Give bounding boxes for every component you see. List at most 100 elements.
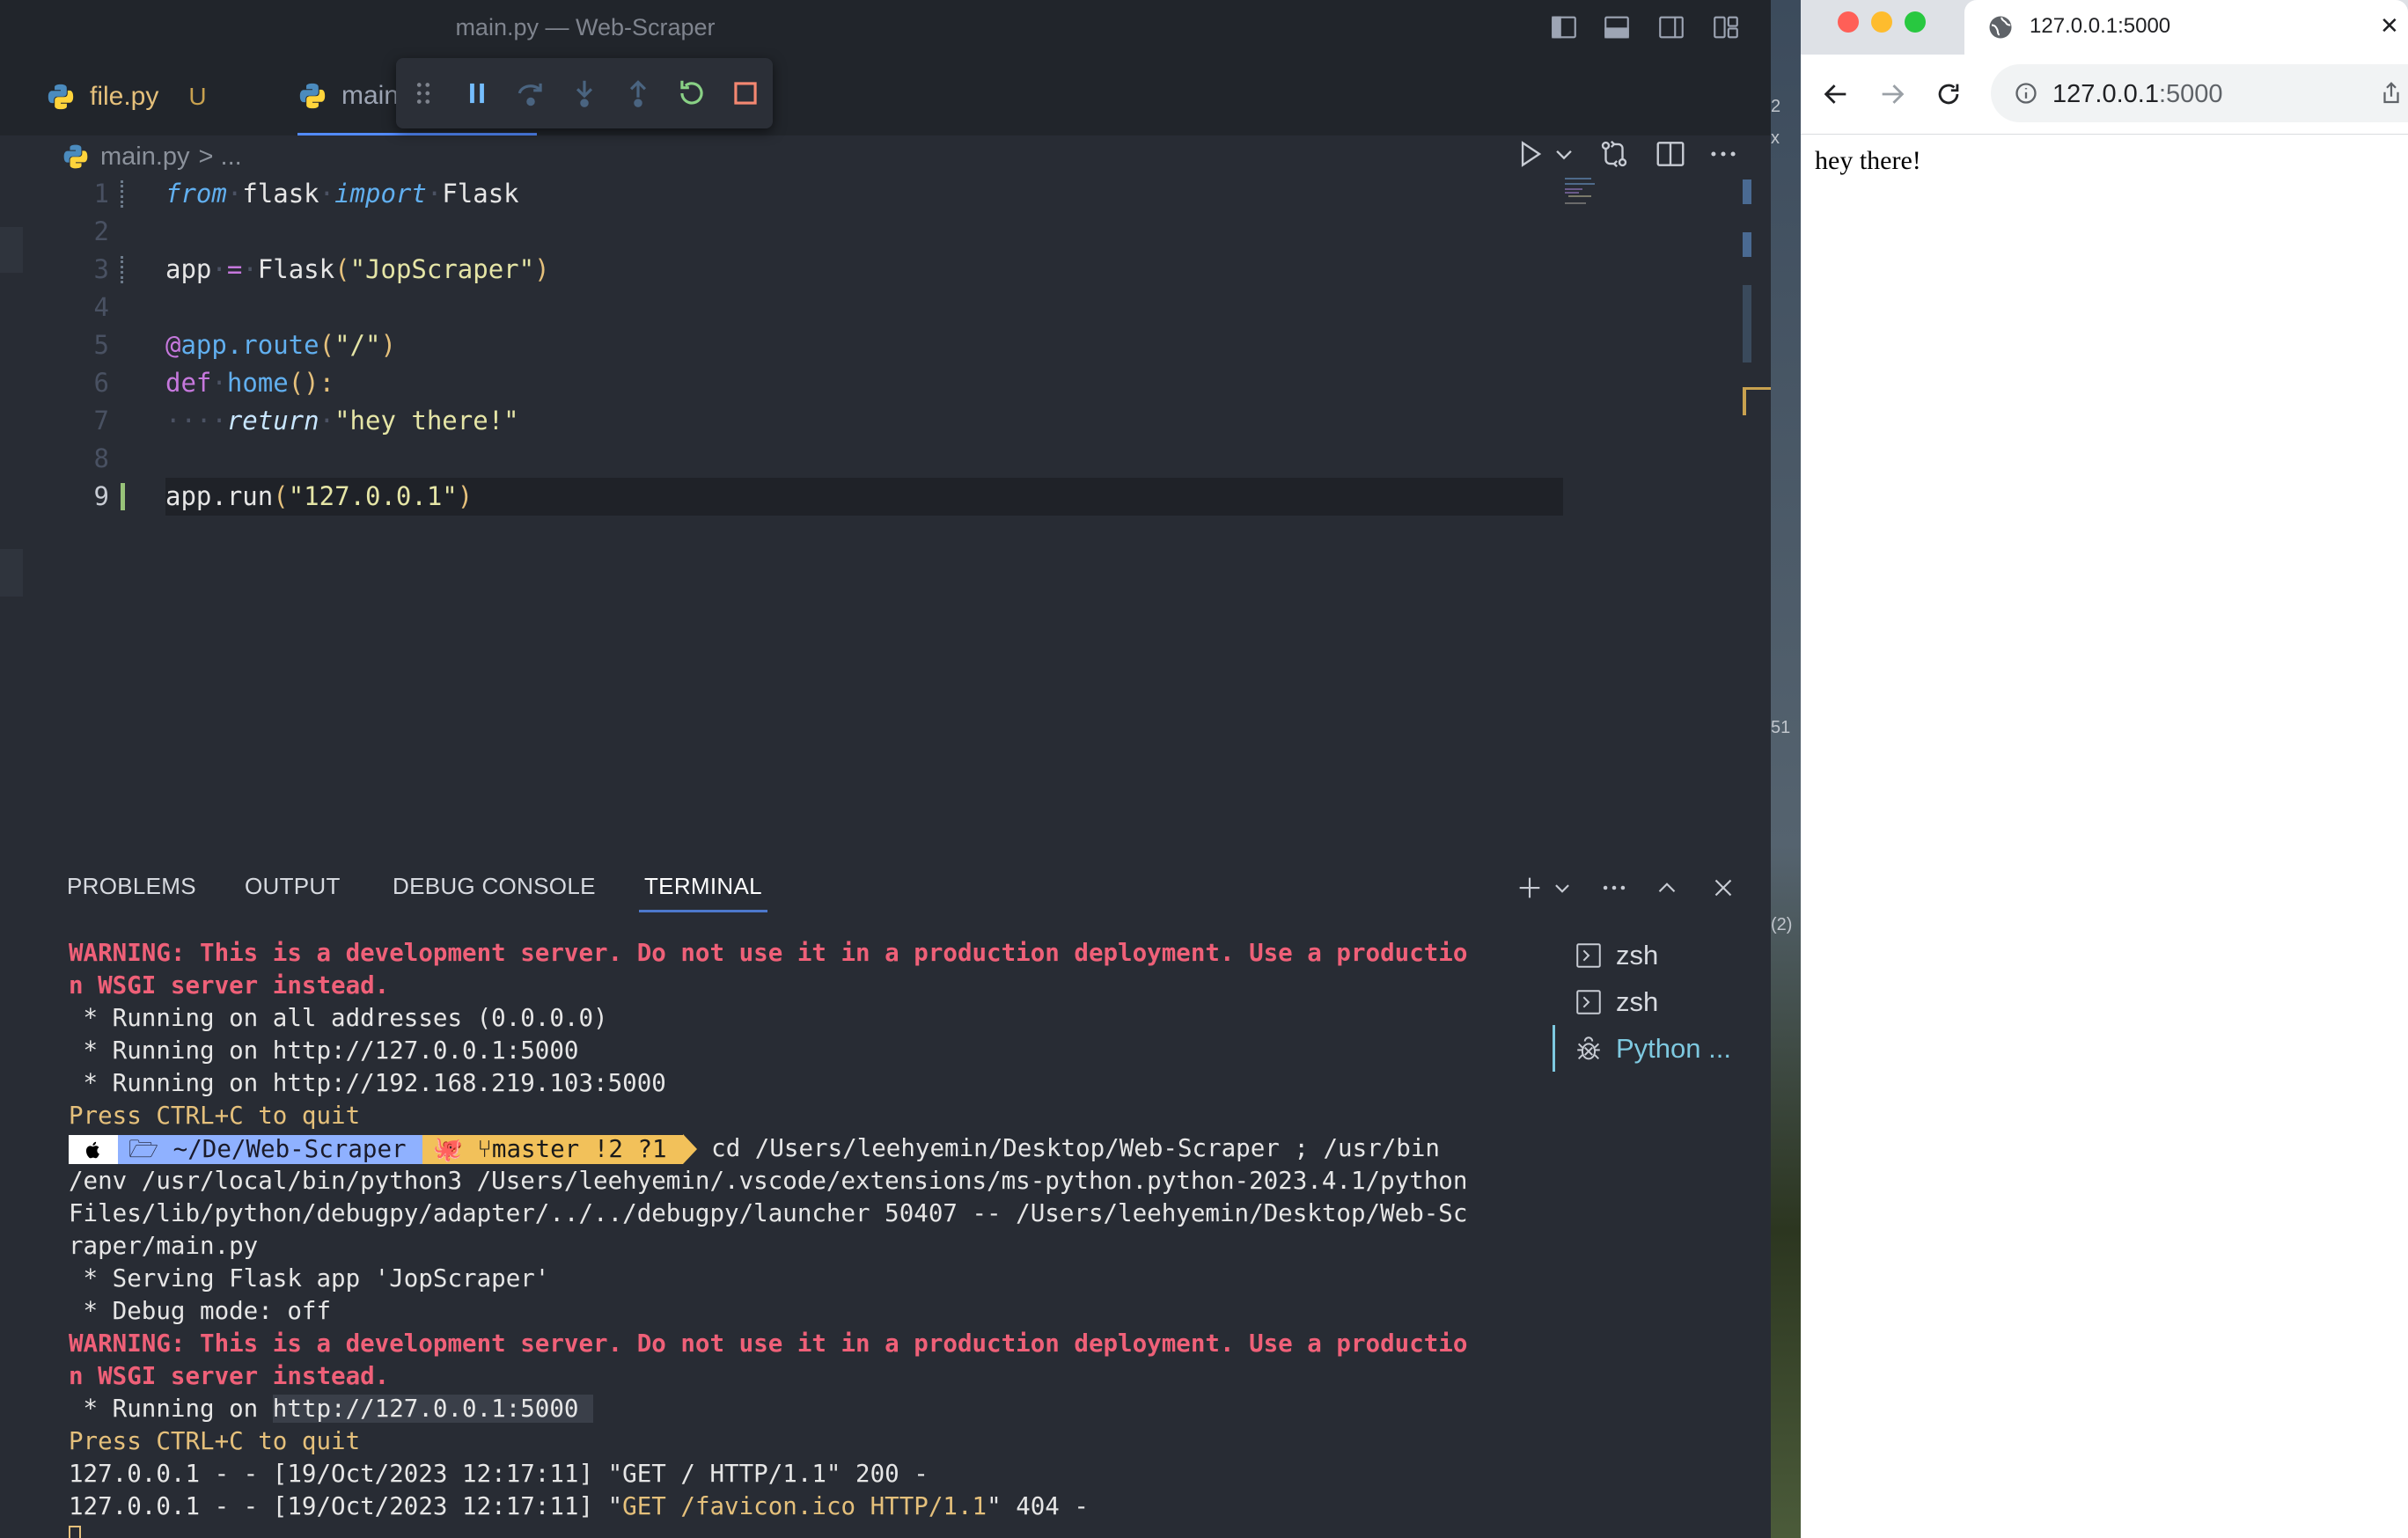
share-icon[interactable] [2378, 80, 2404, 106]
token-variable: app [165, 254, 212, 284]
terminal-icon [1576, 942, 1601, 968]
open-changes-icon[interactable] [1597, 135, 1632, 173]
url-port: :5000 [2158, 80, 2223, 108]
terminal-line: WARNING: This is a development server. D… [69, 939, 1468, 967]
browser-tab[interactable]: 127.0.0.1:5000 ✕ [1964, 0, 2408, 55]
run-options-chevron-down-icon[interactable] [1547, 135, 1581, 173]
terminal-line: * Serving Flask app 'JopScraper' [69, 1264, 550, 1293]
toggle-panel-icon[interactable] [1602, 12, 1632, 42]
breadcrumb-file[interactable]: main.py [100, 143, 190, 172]
more-actions-icon[interactable] [1706, 135, 1741, 173]
code-text: app.run("127.0.0.1") [165, 478, 1563, 516]
token-call: app.run [165, 481, 274, 511]
code-text: @app.route("/") [165, 330, 396, 360]
tab-output[interactable]: OUTPUT [245, 860, 341, 912]
overview-ruler-mark [1744, 387, 1771, 390]
terminal-list-item[interactable]: zsh [1553, 932, 1771, 978]
new-terminal-plus-icon[interactable] [1512, 870, 1547, 905]
close-panel-icon[interactable] [1706, 870, 1741, 905]
terminal-line: Files/lib/python/debugpy/adapter/../../d… [69, 1199, 1468, 1227]
step-over-icon[interactable] [503, 66, 557, 121]
panel-more-actions-icon[interactable] [1597, 870, 1632, 905]
vscode-window: main.py — Web-Scraper file.py U main mai… [0, 0, 1771, 1538]
maximize-panel-chevron-up-icon[interactable] [1649, 870, 1685, 905]
tab-problems[interactable]: PROBLEMS [67, 860, 196, 912]
minimize-window-button[interactable] [1871, 11, 1892, 33]
pause-icon[interactable] [450, 66, 503, 121]
code-text: ····return·"hey there!" [165, 406, 519, 436]
customize-layout-icon[interactable] [1711, 12, 1741, 42]
close-window-button[interactable] [1838, 11, 1859, 33]
terminal-profile-chevron-down-icon[interactable] [1547, 870, 1577, 905]
token-keyword: import [334, 179, 427, 209]
forward-arrow-icon[interactable] [1873, 75, 1912, 114]
token-string: "hey there!" [334, 406, 519, 436]
toggle-secondary-sidebar-icon[interactable] [1656, 12, 1686, 42]
token-keyword: def [165, 368, 212, 398]
terminal-output[interactable]: WARNING: This is a development server. D… [69, 937, 1512, 1538]
line-number: 7 [93, 406, 109, 436]
back-arrow-icon[interactable] [1817, 75, 1855, 114]
code-line-current: 9 app.run("127.0.0.1") [0, 478, 1567, 516]
background-text: 2 [1771, 97, 1781, 116]
line-number: 8 [93, 443, 109, 473]
background-text: x [1771, 128, 1780, 148]
run-python-file-icon[interactable] [1512, 135, 1547, 173]
terminal-line [69, 1523, 1512, 1538]
terminal-list-item-active[interactable]: Python ... [1553, 1025, 1771, 1072]
title-bar: main.py — Web-Scraper [0, 0, 1771, 58]
terminal-line: /env /usr/local/bin/python3 /Users/leehy… [69, 1167, 1468, 1195]
token-keyword: from [165, 179, 227, 209]
prompt-branch: master !2 ?1 [491, 1134, 667, 1163]
reload-icon[interactable] [1929, 75, 1968, 114]
terminal-line: * Running on http://127.0.0.1:5000 [69, 1036, 579, 1065]
terminal-list-item[interactable]: zsh [1553, 978, 1771, 1025]
github-icon: 🐙 [432, 1134, 463, 1163]
breadcrumb-rest[interactable]: > ... [199, 143, 242, 172]
python-icon [48, 84, 74, 110]
token-operator: = [226, 254, 243, 284]
apple-logo-icon [69, 1134, 118, 1164]
scrollbar-thumb[interactable] [1743, 285, 1751, 363]
site-info-icon[interactable] [2014, 81, 2038, 106]
terminal-icon [1576, 989, 1601, 1014]
line-number: 4 [93, 292, 109, 322]
code-line: 3 app·=·Flask("JopScraper") [0, 251, 1567, 289]
terminal-link[interactable]: http://127.0.0.1:5000 [272, 1395, 594, 1423]
prompt-directory-segment: 🗁 ~/De/Web-Scraper [118, 1134, 422, 1164]
toggle-primary-sidebar-icon[interactable] [1549, 12, 1579, 42]
overview-ruler-mark [1743, 232, 1751, 257]
window-title: main.py — Web-Scraper [455, 14, 716, 40]
address-bar[interactable]: 127.0.0.1:5000 [1991, 64, 2408, 122]
code-line: 5 @app.route("/") [0, 326, 1567, 364]
line-number: 9 [93, 481, 109, 511]
editor-tab-bar: file.py U main [0, 58, 1771, 168]
code-line: 7 ····return·"hey there!" [0, 402, 1567, 440]
zoom-window-button[interactable] [1905, 11, 1926, 33]
token-name: Flask [442, 179, 519, 209]
stop-icon[interactable] [719, 66, 773, 121]
breadcrumb[interactable]: main.py > ... [62, 139, 242, 174]
token-punctuation: (): [288, 368, 335, 398]
step-out-icon[interactable] [612, 66, 665, 121]
close-tab-icon[interactable]: ✕ [2380, 12, 2399, 40]
terminal-line: Press CTRL+C to quit [69, 1427, 361, 1455]
tab-debug-console[interactable]: DEBUG CONSOLE [393, 860, 596, 912]
browser-tab-title: 127.0.0.1:5000 [2030, 14, 2171, 38]
step-into-icon[interactable] [557, 66, 611, 121]
split-editor-icon[interactable] [1653, 135, 1688, 173]
desktop-background: 2 x 51 (2) [1771, 0, 1801, 1538]
tab-file-py[interactable]: file.py U [46, 58, 207, 135]
tab-terminal[interactable]: TERMINAL [639, 860, 767, 912]
terminal-text: GET /favicon.ico HTTP/1.1 [622, 1492, 987, 1520]
code-line: 4 [0, 289, 1567, 326]
line-number: 1 [93, 179, 109, 209]
restart-icon[interactable] [665, 66, 719, 121]
terminal-line: WARNING: This is a development server. D… [69, 1329, 1468, 1358]
token-string: "127.0.0.1" [288, 481, 458, 511]
minimap[interactable] [1565, 176, 1616, 211]
code-text: def·home(): [165, 368, 335, 398]
globe-icon [1989, 16, 2012, 39]
drag-handle-icon[interactable] [396, 66, 450, 121]
debug-bug-icon [1577, 1036, 1600, 1059]
